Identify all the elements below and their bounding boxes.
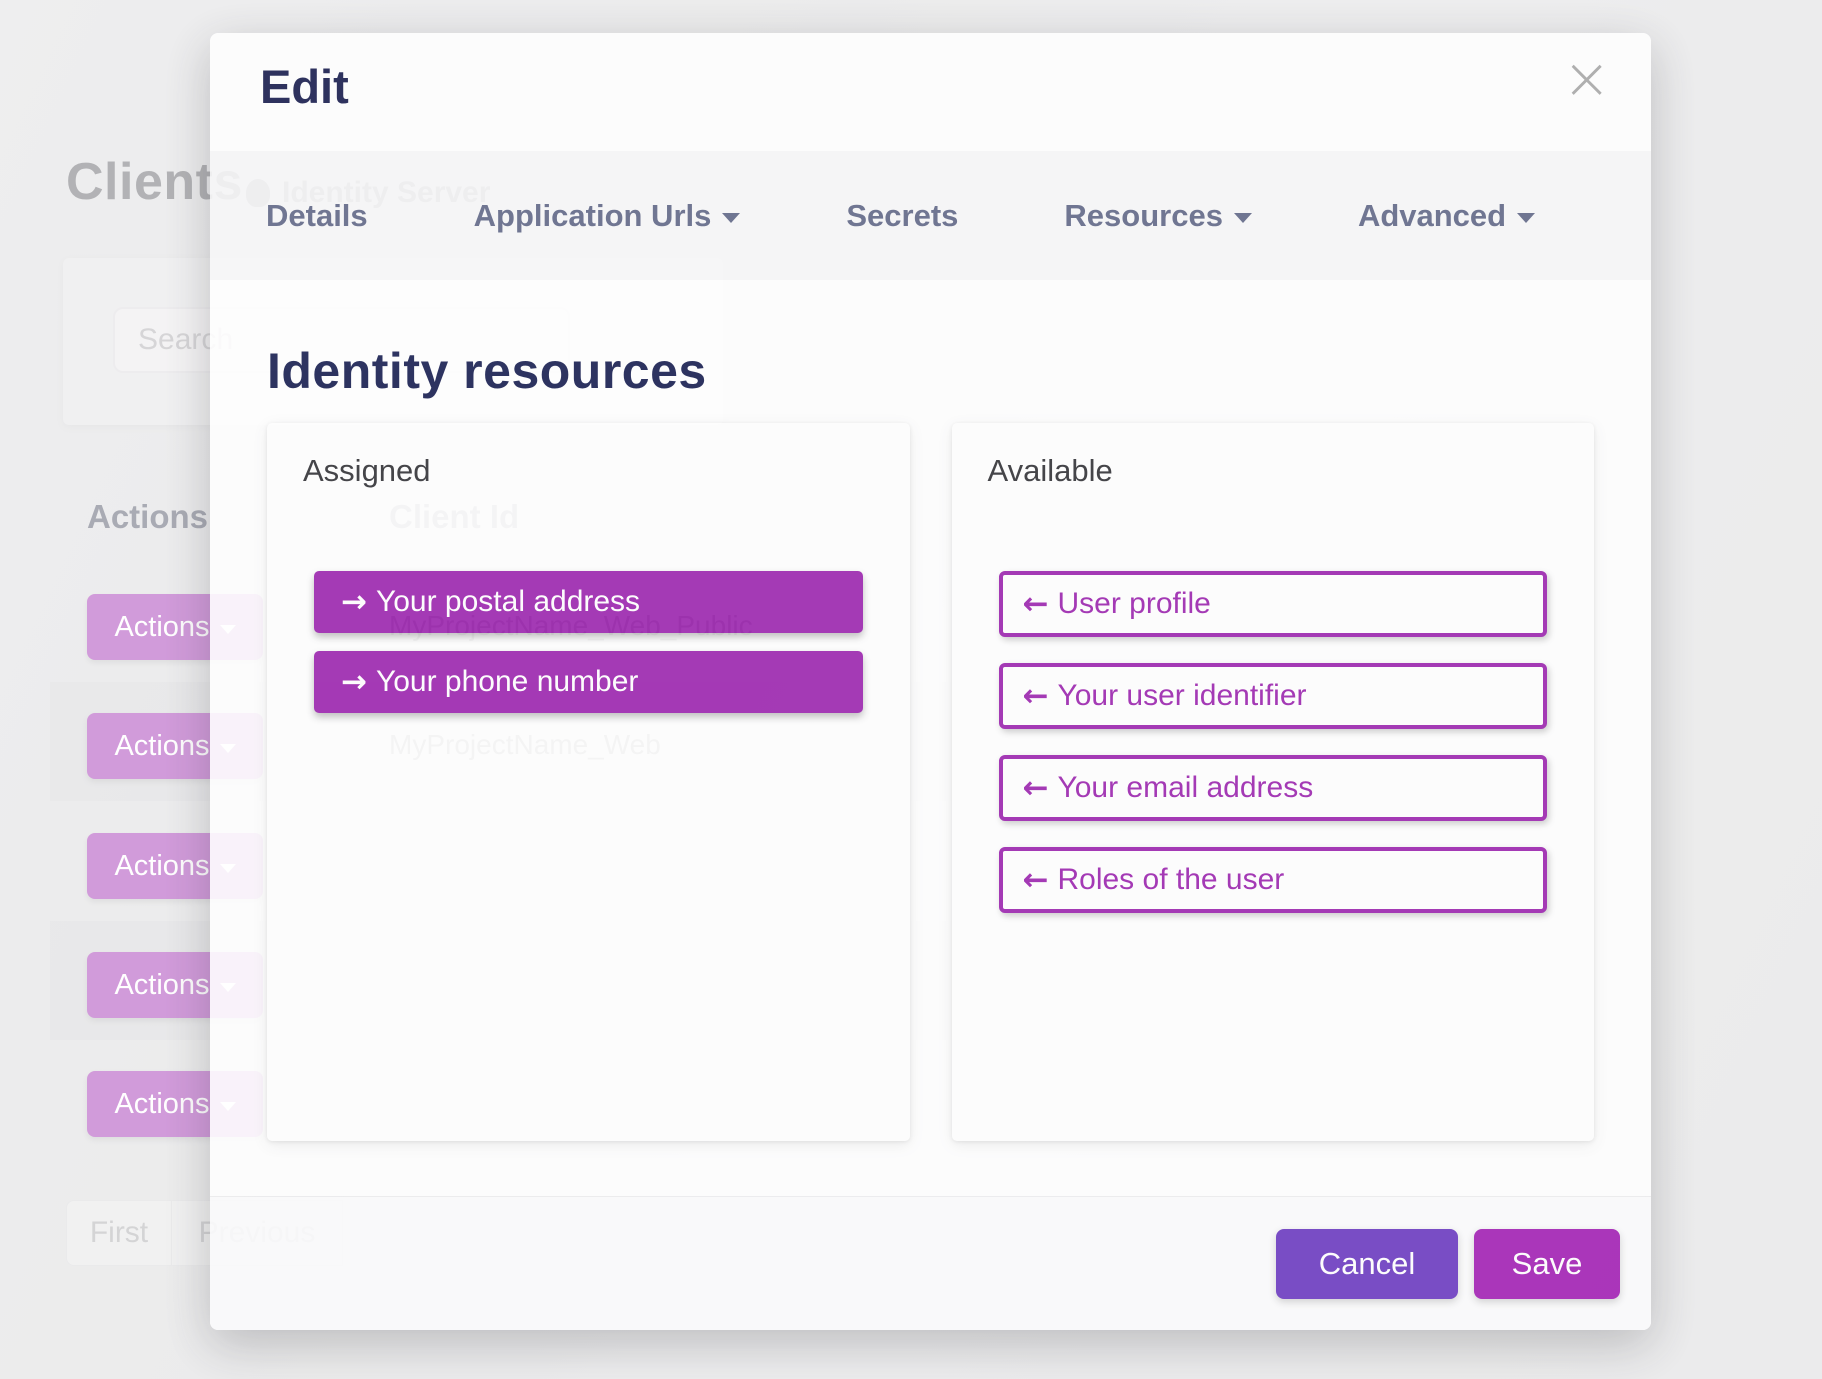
available-item-user-profile[interactable]: ← User profile <box>999 571 1548 637</box>
available-panel-title: Available <box>988 453 1548 489</box>
available-item-your-email-address[interactable]: ← Your email address <box>999 755 1548 821</box>
assigned-item-your-postal-address[interactable]: → Your postal address <box>314 571 863 633</box>
section-title: Identity resources <box>267 342 1594 400</box>
arrow-left-icon: ← <box>1023 681 1049 712</box>
arrow-left-icon: ← <box>1023 773 1049 804</box>
assigned-panel-title: Assigned <box>303 453 863 489</box>
available-panel: Available ← User profile ← Your user ide… <box>952 423 1595 1141</box>
arrow-left-icon: ← <box>1023 865 1049 896</box>
save-button[interactable]: Save <box>1474 1229 1620 1299</box>
modal-title: Edit <box>260 59 349 114</box>
tab-label: Application Urls <box>474 198 712 234</box>
available-item-label: User profile <box>1057 587 1210 621</box>
assigned-panel: Assigned → Your postal address → Your ph… <box>267 423 910 1141</box>
cancel-button[interactable]: Cancel <box>1276 1229 1458 1299</box>
available-item-your-user-identifier[interactable]: ← Your user identifier <box>999 663 1548 729</box>
chevron-down-icon <box>722 213 740 223</box>
close-icon[interactable]: × <box>1562 49 1611 107</box>
chevron-down-icon <box>1234 213 1252 223</box>
modal-footer: Cancel Save <box>210 1196 1651 1330</box>
tab-details[interactable]: Details <box>266 198 368 234</box>
assigned-item-your-phone-number[interactable]: → Your phone number <box>314 651 863 713</box>
available-item-label: Roles of the user <box>1057 863 1284 897</box>
tab-label: Secrets <box>846 198 958 234</box>
assigned-item-label: Your phone number <box>376 665 638 699</box>
tab-secrets[interactable]: Secrets <box>846 198 958 234</box>
arrow-right-icon: → <box>341 587 367 618</box>
tab-application-urls[interactable]: Application Urls <box>474 198 741 234</box>
arrow-right-icon: → <box>341 667 367 698</box>
tab-resources[interactable]: Resources <box>1064 198 1252 234</box>
available-item-label: Your user identifier <box>1057 679 1306 713</box>
modal-header: Edit × <box>210 33 1651 151</box>
available-item-roles-of-the-user[interactable]: ← Roles of the user <box>999 847 1548 913</box>
modal-tab-bar: Details Application Urls Secrets Resourc… <box>210 151 1651 280</box>
tab-advanced[interactable]: Advanced <box>1358 198 1535 234</box>
assigned-item-label: Your postal address <box>376 585 640 619</box>
available-item-label: Your email address <box>1057 771 1313 805</box>
modal-body: Identity resources Assigned → Your posta… <box>210 342 1651 1141</box>
tab-label: Resources <box>1064 198 1223 234</box>
arrow-left-icon: ← <box>1023 589 1049 620</box>
tab-label: Advanced <box>1358 198 1506 234</box>
edit-modal: Edit × Details Application Urls Secrets … <box>210 33 1651 1330</box>
tab-label: Details <box>266 198 368 234</box>
chevron-down-icon <box>1517 213 1535 223</box>
